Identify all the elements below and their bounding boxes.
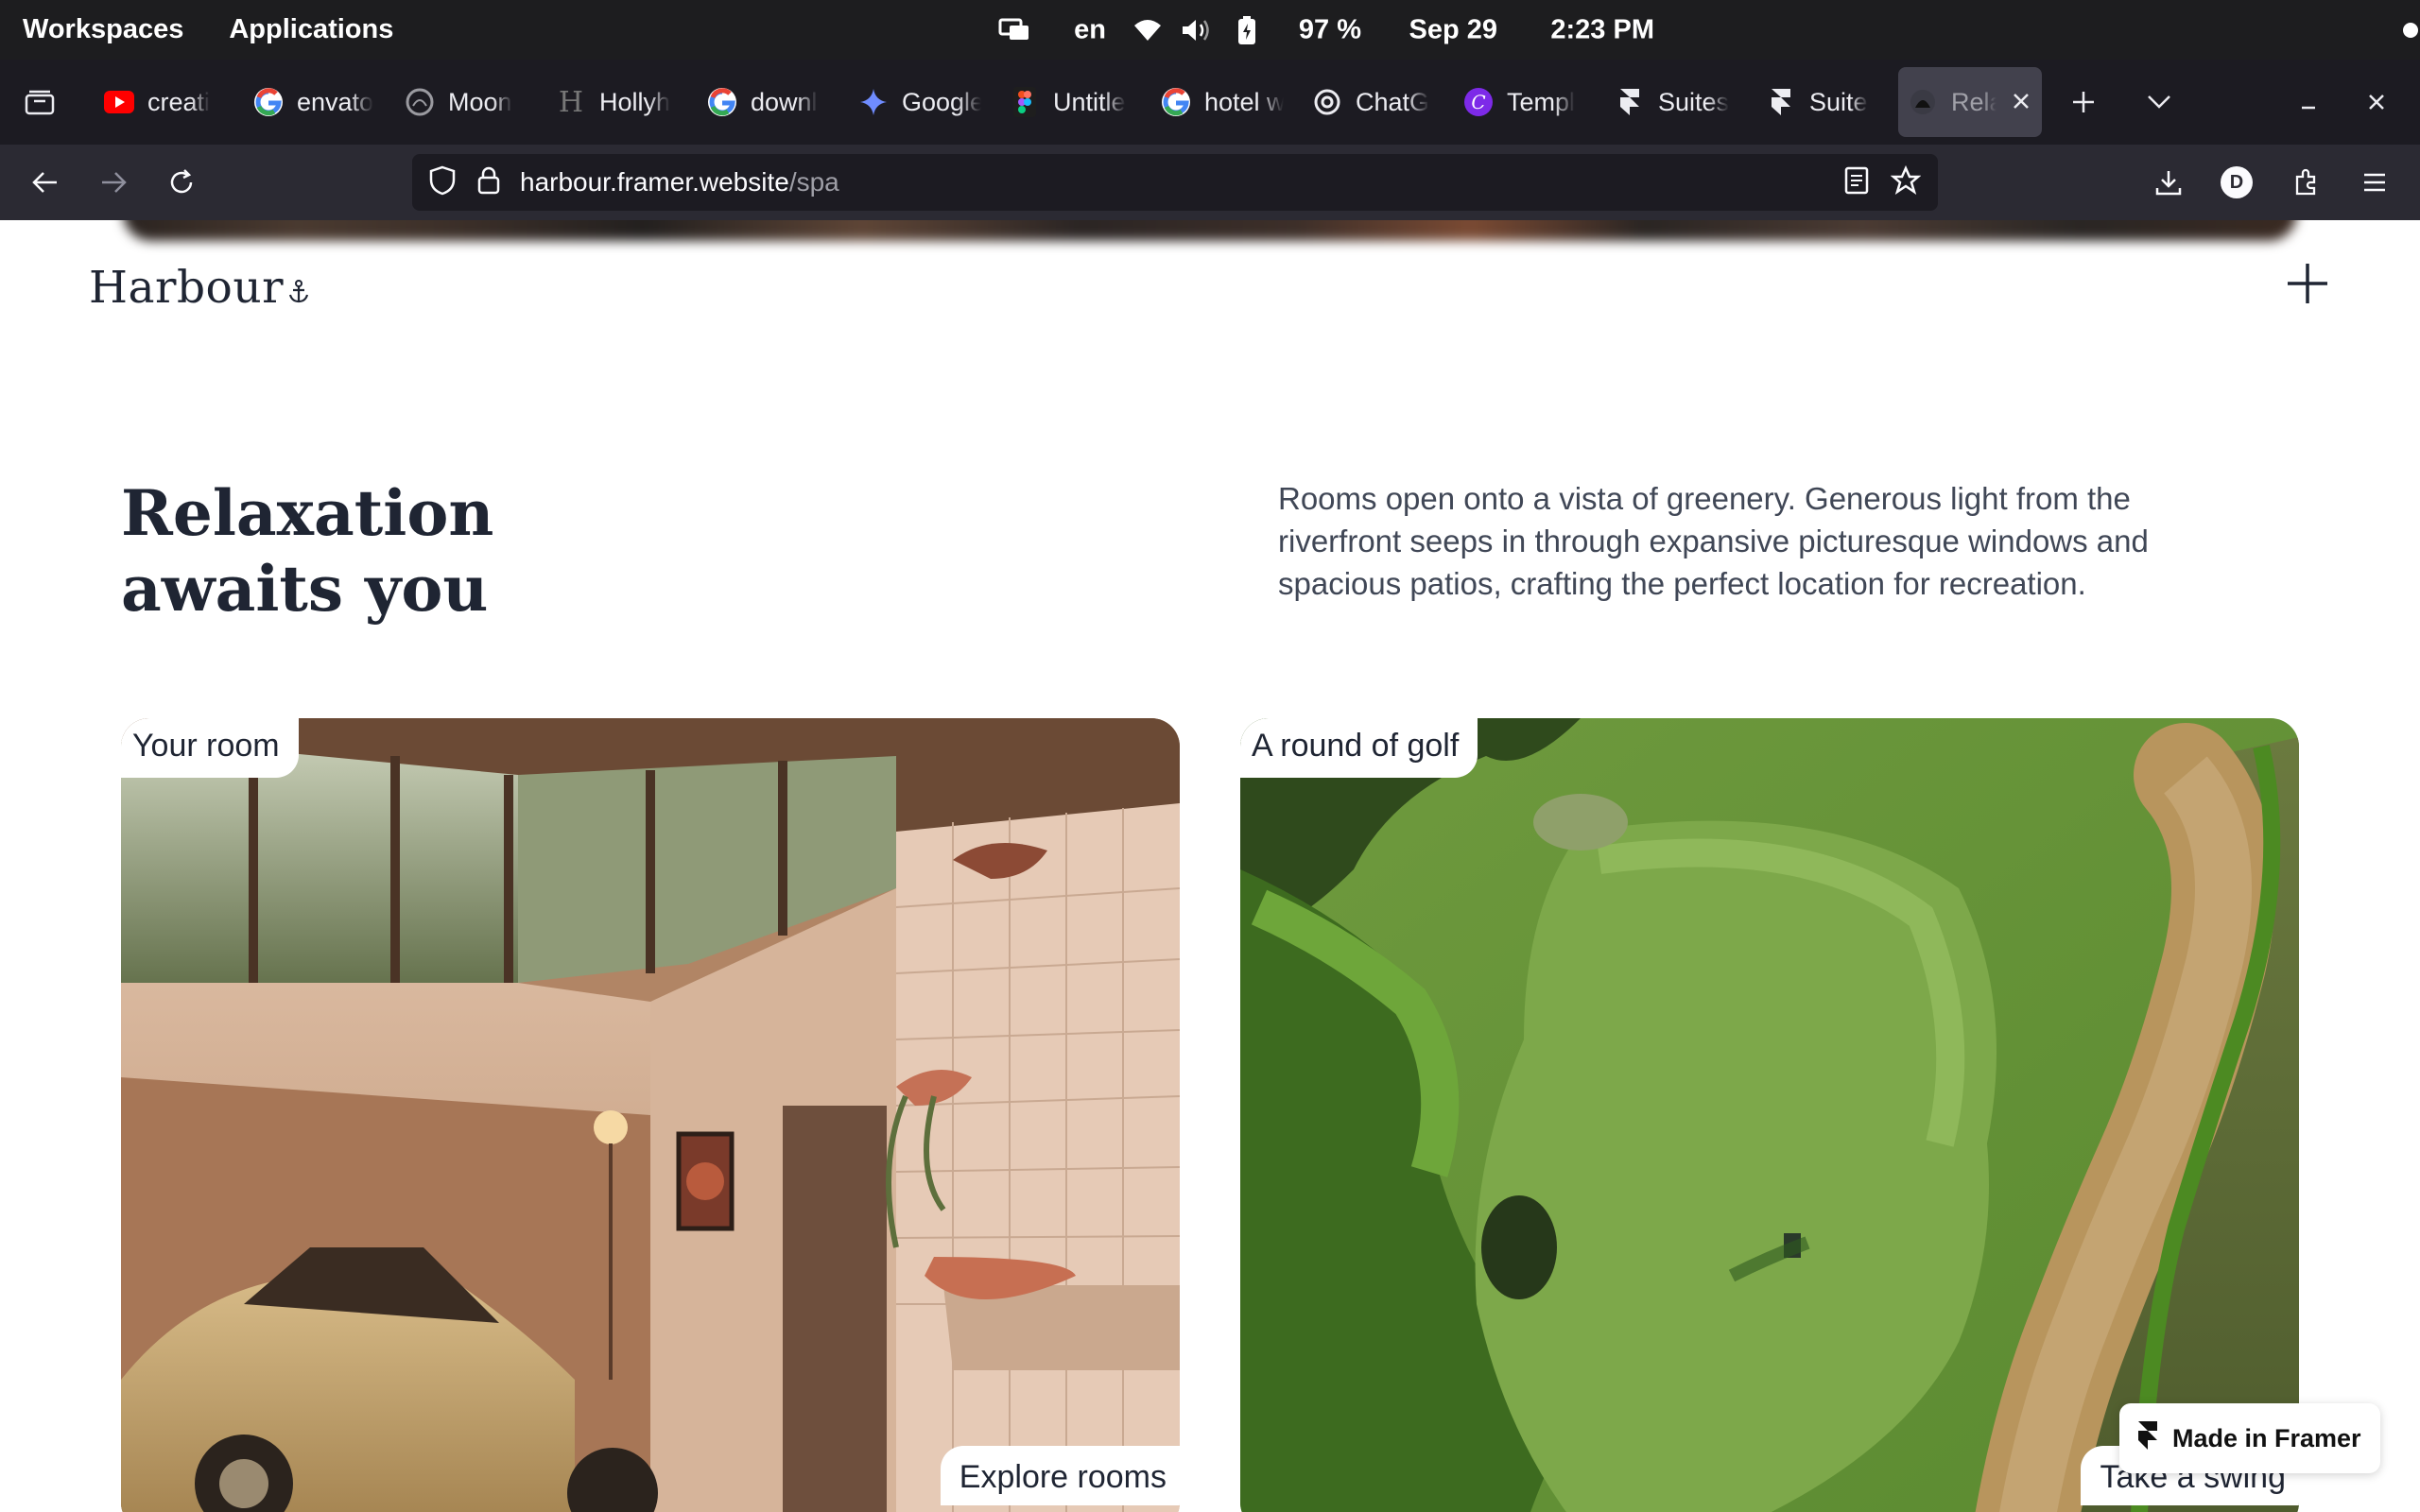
logo-text: Harbour (89, 262, 285, 314)
address-bar[interactable]: harbour.framer.website /spa (412, 154, 1938, 211)
browser-tab[interactable]: Google (849, 67, 981, 137)
shield-icon[interactable] (427, 164, 458, 201)
youtube-icon (104, 87, 134, 117)
tab-label: hotel w (1204, 87, 1284, 116)
harbour-icon (1908, 87, 1938, 117)
tab-label: Untitle (1053, 87, 1126, 116)
app-menu-button[interactable] (2352, 160, 2397, 205)
extensions-button[interactable] (2284, 160, 2329, 205)
figma-icon (1010, 87, 1040, 117)
tab-label: envato (297, 87, 374, 116)
close-tab-icon[interactable] (2012, 88, 2031, 117)
blurred-image-strip (123, 220, 2297, 241)
room-image (121, 718, 1180, 1512)
golf-course-image (1240, 718, 2299, 1512)
minimize-button[interactable] (2286, 67, 2331, 137)
intro-paragraph: Rooms open onto a vista of greenery. Gen… (1278, 481, 2149, 601)
google-icon (707, 87, 737, 117)
site-logo[interactable]: Harbour (89, 262, 310, 316)
tab-label: Google (902, 87, 981, 116)
framer-icon (2136, 1419, 2159, 1458)
golf-card-tag: A round of golf (1240, 718, 1478, 778)
navigation-bar: harbour.framer.website /spa D (0, 145, 2420, 220)
browser-tab[interactable]: C Templ (1454, 67, 1586, 137)
page-headline: Relaxation awaits you (121, 475, 493, 627)
battery-percent: 97 % (1298, 14, 1361, 44)
browser-tab[interactable]: Untitle (1000, 67, 1132, 137)
avatar-initial: D (2221, 166, 2253, 198)
tab-label: downl (751, 87, 818, 116)
browser-tab[interactable]: downl (698, 67, 830, 137)
moon-icon (405, 87, 435, 117)
wifi-icon[interactable] (1132, 18, 1163, 43)
room-card[interactable]: Your room Explore rooms (121, 718, 1180, 1512)
browser-tab[interactable]: H Hollyh (546, 67, 679, 137)
tab-label: Rela (1951, 87, 1996, 116)
battery-icon[interactable] (1236, 15, 1257, 45)
tab-label: Suites (1658, 87, 1730, 116)
golf-card[interactable]: A round of golf Take a swing (1240, 718, 2299, 1512)
reload-button[interactable] (159, 160, 204, 205)
browser-tab[interactable]: envato (244, 67, 376, 137)
google-icon (1161, 87, 1191, 117)
gemini-icon (858, 87, 889, 117)
google-icon (253, 87, 284, 117)
tab-label: Suite (1809, 87, 1868, 116)
display-icon[interactable] (998, 17, 1030, 43)
time-label[interactable]: 2:23 PM (1550, 14, 1654, 45)
tab-label: Templ (1507, 87, 1576, 116)
svg-text:C: C (1471, 91, 1485, 113)
tab-label: Moon (448, 87, 512, 116)
workspaces-menu[interactable]: Workspaces (23, 14, 183, 45)
url-path: /spa (788, 167, 839, 197)
language-indicator[interactable]: en (1074, 14, 1106, 45)
explore-rooms-button[interactable]: Explore rooms (940, 1446, 1180, 1505)
browser-tab[interactable]: Suite (1756, 67, 1889, 137)
applications-menu[interactable]: Applications (229, 14, 393, 45)
tab-label: ChatG (1356, 87, 1430, 116)
close-window-button[interactable] (2354, 67, 2399, 137)
browser-tab[interactable]: creati (95, 67, 227, 137)
open-menu-plus-icon[interactable] (2284, 260, 2331, 307)
os-top-bar: Workspaces Applications en 97 % Sep 29 2… (0, 0, 2420, 60)
badge-label: Made in Framer (2172, 1423, 2361, 1452)
new-tab-button[interactable] (2061, 67, 2106, 137)
tab-label: creati (147, 87, 211, 116)
status-dot-icon[interactable] (2401, 21, 2420, 40)
tab-label: Hollyh (599, 87, 671, 116)
list-tabs-button[interactable] (2136, 67, 2182, 137)
chatgpt-icon (1312, 87, 1342, 117)
browser-tab[interactable]: hotel w (1151, 67, 1284, 137)
framer-icon (1766, 87, 1796, 117)
tab-overview-button[interactable] (13, 67, 66, 137)
volume-icon[interactable] (1180, 17, 1212, 43)
url-host: harbour.framer.website (520, 167, 789, 197)
downloads-button[interactable] (2146, 160, 2191, 205)
headline-line-1: Relaxation (121, 476, 494, 550)
room-card-tag: Your room (121, 718, 299, 778)
browser-tab-active[interactable]: Rela (1898, 67, 2042, 137)
tab-strip: creati envato Moon H Hollyh downl Google… (0, 60, 2420, 145)
canva-icon: C (1463, 87, 1494, 117)
framer-icon (1615, 87, 1645, 117)
lock-icon[interactable] (476, 165, 501, 200)
bookmark-star-icon[interactable] (1890, 164, 1922, 200)
browser-tab[interactable]: Suites (1605, 67, 1737, 137)
account-avatar[interactable]: D (2214, 160, 2259, 205)
browser-tab[interactable]: ChatG (1303, 67, 1435, 137)
made-in-framer-badge[interactable]: Made in Framer (2119, 1403, 2380, 1473)
anchor-icon (287, 264, 310, 316)
browser-tab[interactable]: Moon (395, 67, 527, 137)
web-page: Harbour Relaxation awaits you Rooms open… (0, 220, 2420, 1512)
reader-view-icon[interactable] (1843, 165, 1870, 200)
h-icon: H (558, 85, 584, 119)
headline-line-2: awaits you (121, 552, 489, 626)
date-label[interactable]: Sep 29 (1409, 14, 1498, 45)
forward-button[interactable] (91, 160, 136, 205)
back-button[interactable] (23, 160, 68, 205)
